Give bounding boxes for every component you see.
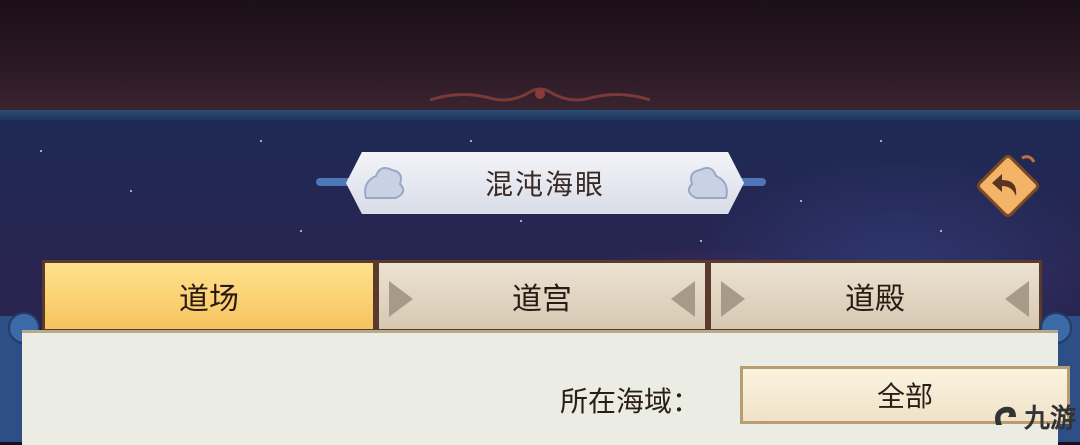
- ornament-decoration: [430, 87, 650, 102]
- region-select-value: 全部: [876, 380, 933, 413]
- tab-arrow-left-icon: [721, 281, 745, 317]
- watermark: 九游: [990, 394, 1078, 438]
- back-button[interactable]: [972, 150, 1044, 222]
- page-title: 混沌海眼: [484, 168, 605, 201]
- tab-label: 道场: [179, 282, 239, 317]
- cloud-ornament-right-icon: [687, 167, 728, 199]
- cloud-ornament-left-icon: [364, 167, 405, 199]
- top-border: [0, 110, 1080, 120]
- tab-daogong[interactable]: 道宫: [376, 260, 708, 332]
- tab-label: 道宫: [512, 282, 572, 317]
- tab-bar: 道场 道宫 道殿: [42, 260, 1042, 332]
- tab-arrow-right-icon: [671, 281, 695, 317]
- watermark-logo-icon: [995, 406, 1016, 425]
- tab-label: 道殿: [845, 282, 905, 317]
- watermark-text: 九游: [1024, 403, 1077, 434]
- region-filter-label: 所在海域：: [560, 385, 701, 418]
- tab-daochang[interactable]: 道场: [42, 260, 376, 332]
- tab-daodian[interactable]: 道殿: [708, 260, 1042, 332]
- tab-arrow-right-icon: [1005, 281, 1029, 317]
- tab-arrow-left-icon: [389, 281, 413, 317]
